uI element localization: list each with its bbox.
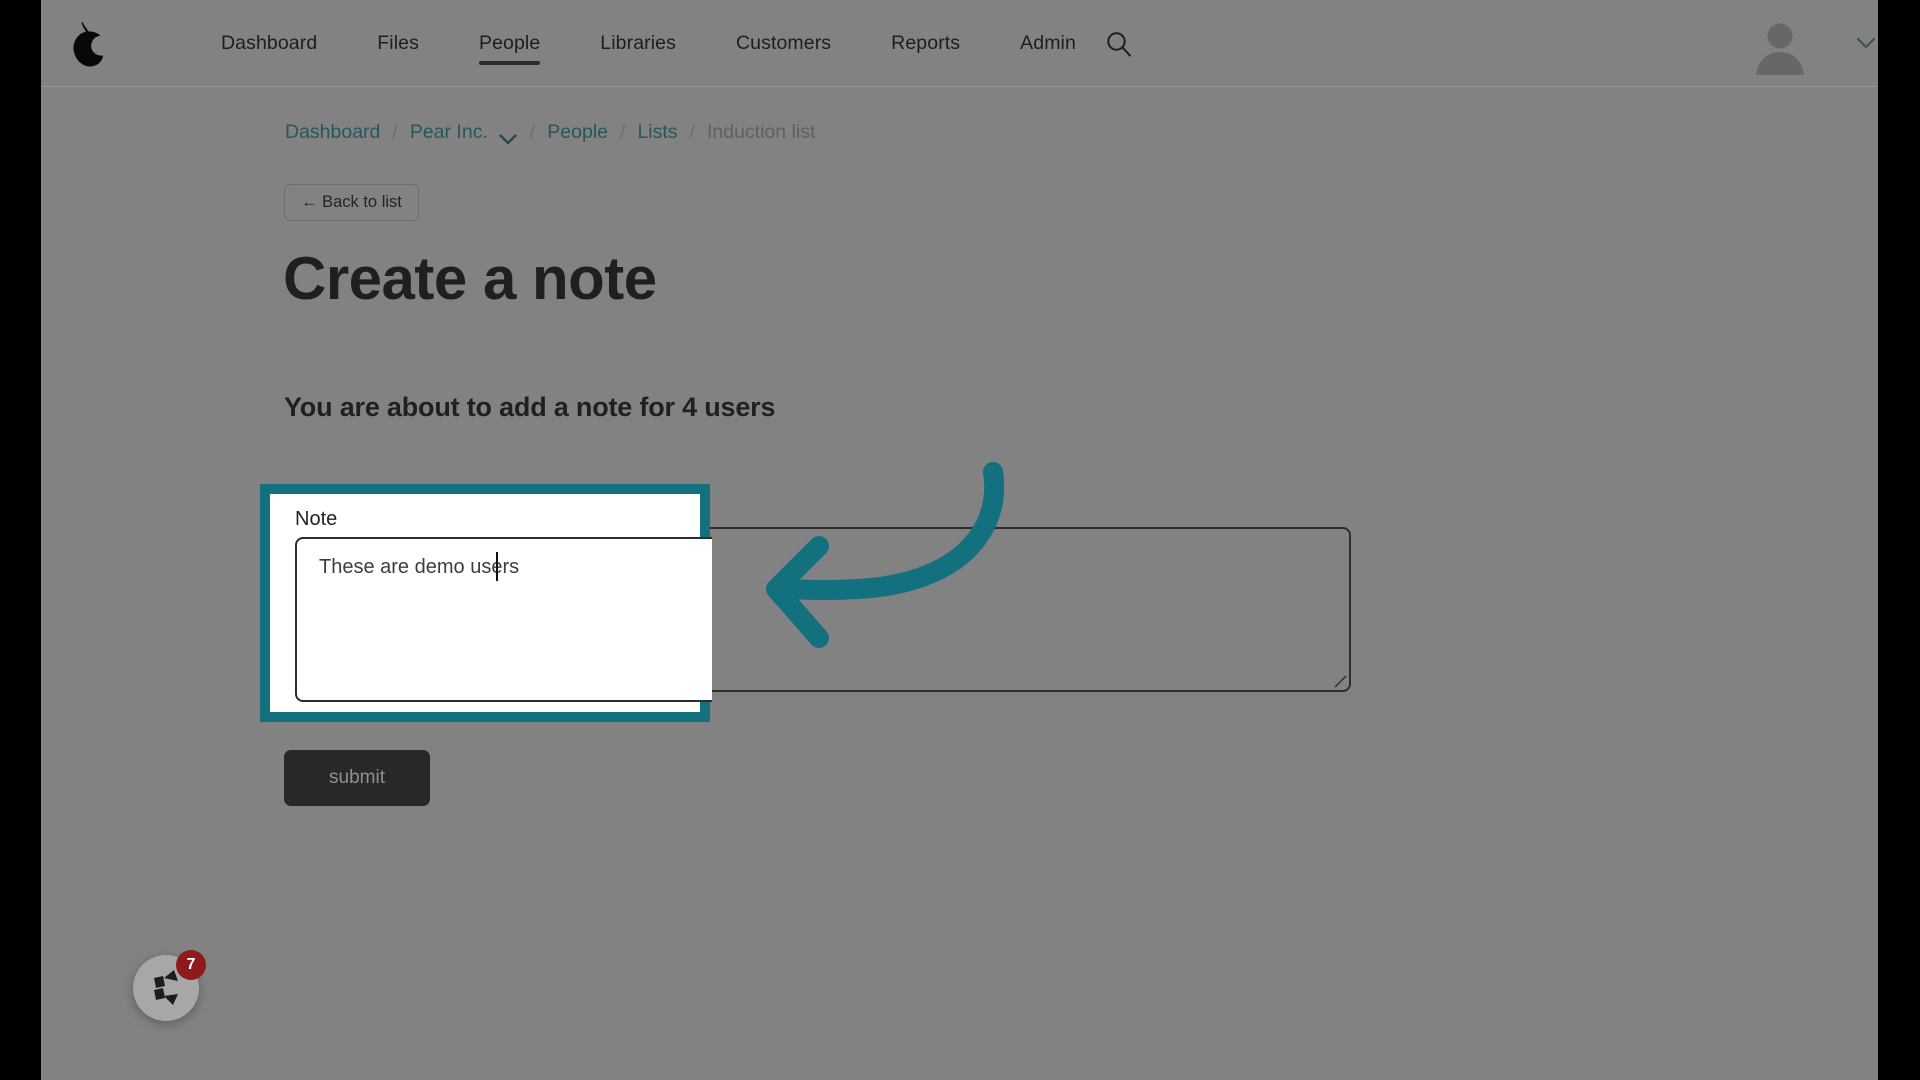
breadcrumb-chevron-down-icon[interactable] <box>498 126 518 144</box>
breadcrumb-item-pear-inc[interactable]: Pear Inc. <box>410 118 488 146</box>
back-to-list-button[interactable]: ← Back to list <box>284 184 419 221</box>
breadcrumb-separator: / <box>620 121 626 143</box>
note-field-highlight: Note These are demo users <box>260 484 712 722</box>
note-textarea-highlighted[interactable]: These are demo users <box>295 537 712 702</box>
nav-item-people[interactable]: People <box>449 0 570 87</box>
resize-grip-icon[interactable] <box>1331 672 1347 688</box>
screenshot-root: Dashboard Files People Libraries Custome… <box>0 0 1920 1080</box>
pear-logo-icon[interactable] <box>59 18 115 70</box>
top-navigation-bar: Dashboard Files People Libraries Custome… <box>41 0 1878 87</box>
breadcrumb-separator: / <box>689 121 695 143</box>
note-field-label: Note <box>295 508 338 530</box>
breadcrumb-item-people[interactable]: People <box>547 118 608 146</box>
text-caret-highlighted <box>496 552 498 581</box>
nav-item-reports[interactable]: Reports <box>861 0 990 87</box>
search-icon[interactable] <box>1105 30 1133 58</box>
help-widget-badge: 7 <box>176 950 206 980</box>
chevron-down-icon[interactable] <box>1855 36 1877 50</box>
nav-item-libraries[interactable]: Libraries <box>570 0 706 87</box>
breadcrumb-separator: / <box>529 121 536 143</box>
nav-item-dashboard[interactable]: Dashboard <box>191 0 347 87</box>
breadcrumb-item-dashboard[interactable]: Dashboard <box>285 118 380 146</box>
nav-item-files[interactable]: Files <box>347 0 449 87</box>
avatar[interactable] <box>1750 15 1810 75</box>
submit-button[interactable]: submit <box>284 750 430 806</box>
page-subtitle: You are about to add a note for 4 users <box>284 392 776 422</box>
breadcrumb-item-induction-list: Induction list <box>706 121 816 143</box>
nav-links: Dashboard Files People Libraries Custome… <box>191 0 1106 87</box>
page-title: Create a note <box>283 245 657 312</box>
nav-item-admin[interactable]: Admin <box>990 0 1106 87</box>
nav-item-customers[interactable]: Customers <box>706 0 861 87</box>
help-widget-button[interactable]: 7 <box>133 950 206 1021</box>
breadcrumb-separator: / <box>392 121 398 143</box>
breadcrumb: Dashboard / Pear Inc. / People / Lists /… <box>285 118 815 146</box>
note-textarea-value-highlighted: These are demo users <box>319 556 520 578</box>
breadcrumb-item-lists[interactable]: Lists <box>637 118 677 146</box>
application-page: Dashboard Files People Libraries Custome… <box>41 0 1878 1080</box>
